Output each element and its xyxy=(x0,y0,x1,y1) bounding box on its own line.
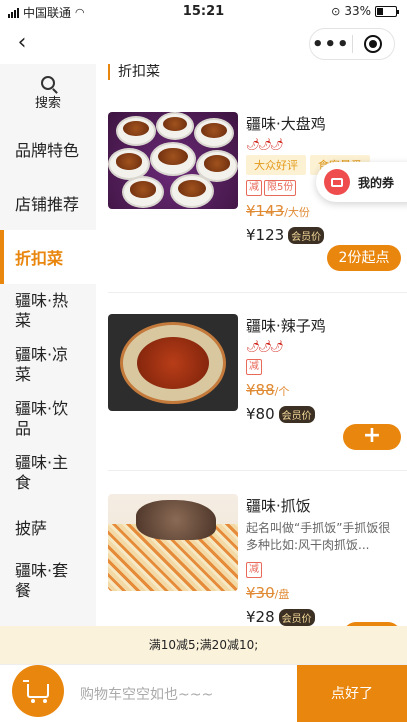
sidebar-item-discount[interactable]: 折扣菜 xyxy=(0,230,96,284)
sidebar-item-hot-dishes[interactable]: 疆味·热菜 xyxy=(0,284,96,338)
sidebar-item-combo[interactable]: 疆味·套餐 xyxy=(0,554,96,608)
divider xyxy=(108,292,407,293)
sidebar-item-label: 疆味·热菜 xyxy=(15,291,69,330)
sidebar-item-label: 疆味·套餐 xyxy=(15,561,69,600)
spicy-icon: 🌶🌶🌶 xyxy=(246,340,284,353)
limit-badge: 限5份 xyxy=(264,180,297,196)
discount-badge: 减 xyxy=(246,562,262,578)
cart-empty-text: 购物车空空如也~~~ xyxy=(80,687,214,703)
sidebar-item-staple[interactable]: 疆味·主食 xyxy=(0,446,96,500)
orientation-lock-icon: ⊙ xyxy=(331,4,341,18)
sidebar-item-label: 披萨 xyxy=(15,519,48,538)
cart-button[interactable] xyxy=(12,665,64,717)
dish-image[interactable] xyxy=(108,314,238,411)
sidebar-item-pizza[interactable]: 披萨 xyxy=(0,500,96,554)
sidebar-item-label: 疆味·主食 xyxy=(15,453,69,492)
dish-name: 疆味·辣子鸡 xyxy=(246,317,326,335)
original-price: ¥143/大份 xyxy=(246,202,310,220)
dish-name: 疆味·抓饭 xyxy=(246,497,311,515)
sidebar-item-label: 品牌特色 xyxy=(15,141,80,160)
cart-icon xyxy=(23,680,49,703)
dish-tag: 大众好评 xyxy=(246,155,306,175)
sidebar-item-cold-dishes[interactable]: 疆味·凉菜 xyxy=(0,338,96,392)
vip-badge: 会员价 xyxy=(288,226,325,244)
sidebar-item-label: 折扣菜 xyxy=(15,249,64,268)
dish-item[interactable]: 疆味·辣子鸡 🌶🌶🌶 减 ¥88/个 ¥80 会员价 + xyxy=(108,314,407,484)
promo-bar: 满10减5;满20减10; xyxy=(0,626,407,664)
vip-badge: 会员价 xyxy=(278,608,315,626)
spicy-icon: 🌶🌶🌶 xyxy=(246,138,284,151)
dish-item[interactable]: 疆味·大盘鸡 🌶🌶🌶 大众好评 食客最爱 减 限5份 ¥143/大份 ¥123 … xyxy=(108,112,407,312)
coupon-icon xyxy=(324,169,350,195)
battery-icon xyxy=(375,5,399,17)
sidebar-item-label: 疆味·饮品 xyxy=(15,399,69,438)
back-icon[interactable]: ‹ xyxy=(10,30,34,55)
original-price: ¥88/个 xyxy=(246,381,290,399)
target-icon xyxy=(364,35,383,53)
search-label: 搜索 xyxy=(34,95,61,111)
my-coupon-button[interactable]: 我的券 xyxy=(316,162,407,202)
sidebar-item-label: 疆味·凉菜 xyxy=(15,345,69,384)
category-sidebar: 搜索 品牌特色 店铺推荐 折扣菜 疆味·热菜 疆味·凉菜 疆味·饮品 疆味·主食… xyxy=(0,64,96,626)
miniapp-capsule: ••• xyxy=(309,28,395,60)
dish-image[interactable] xyxy=(108,494,238,591)
divider xyxy=(108,470,407,471)
sidebar-item-label: 店铺推荐 xyxy=(15,195,80,214)
discount-badge: 减 xyxy=(246,180,262,196)
member-price: ¥123 会员价 xyxy=(246,226,399,244)
dish-image[interactable] xyxy=(108,112,238,209)
cart-bar: 购物车空空如也~~~ 点好了 xyxy=(0,664,407,722)
sidebar-search[interactable]: 搜索 xyxy=(0,64,96,122)
checkout-button[interactable]: 点好了 xyxy=(297,665,407,722)
dish-name: 疆味·大盘鸡 xyxy=(246,115,326,133)
dish-description: 起名叫做“手抓饭”手抓饭很多种比如:风干肉抓饭... xyxy=(246,521,391,552)
nav-bar: ‹ ••• xyxy=(0,24,407,64)
min-order-button[interactable]: 2份起点 xyxy=(327,245,401,271)
status-bar: 中国联通 ◠ 15:21 ⊙ 33% xyxy=(0,0,407,24)
dish-item[interactable]: 疆味·抓饭 起名叫做“手抓饭”手抓饭很多种比如:风干肉抓饭... 减 ¥30/盘… xyxy=(108,494,407,626)
section-title: 折扣菜 xyxy=(108,64,160,80)
discount-badge: 减 xyxy=(246,359,262,375)
member-price: ¥80 会员价 xyxy=(246,405,399,423)
original-price: ¥30/盘 xyxy=(246,584,290,602)
search-icon xyxy=(41,75,55,90)
add-to-cart-button[interactable]: + xyxy=(343,424,401,450)
battery-percent: 33% xyxy=(344,4,371,18)
sidebar-item-drinks[interactable]: 疆味·饮品 xyxy=(0,392,96,446)
vip-badge: 会员价 xyxy=(278,405,315,423)
sidebar-item-brand[interactable]: 品牌特色 xyxy=(0,122,96,176)
dish-list: 折扣菜 疆味·大盘鸡 🌶🌶🌶 大众好评 食客最爱 减 限5份 ¥143/大份 xyxy=(96,64,407,626)
sidebar-item-recommend[interactable]: 店铺推荐 xyxy=(0,176,96,230)
coupon-label: 我的券 xyxy=(358,175,395,190)
more-icon[interactable]: ••• xyxy=(310,34,352,55)
close-miniapp-button[interactable] xyxy=(353,35,395,53)
